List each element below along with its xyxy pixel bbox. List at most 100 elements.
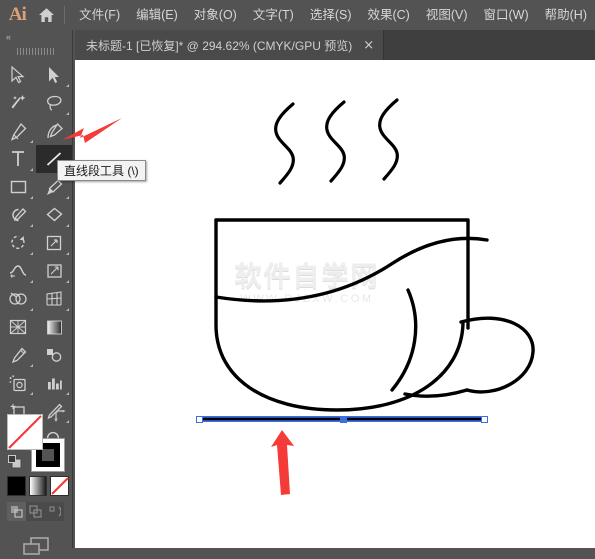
- none-slash-icon: [8, 415, 42, 449]
- scale-tool[interactable]: [36, 229, 72, 257]
- menu-type[interactable]: 文字(T): [245, 0, 302, 30]
- draw-normal-icon: [11, 506, 23, 518]
- mesh-tool[interactable]: [0, 313, 36, 341]
- blend-tool[interactable]: [36, 341, 72, 369]
- grip-dots: [17, 47, 55, 55]
- tool-group-corner-icon: [30, 168, 33, 171]
- type-t-icon: [12, 151, 24, 166]
- menu-window[interactable]: 窗口(W): [476, 0, 537, 30]
- width-icon: [9, 265, 27, 278]
- menu-object[interactable]: 对象(O): [186, 0, 245, 30]
- draw-normal-button[interactable]: [7, 502, 26, 521]
- curvature-icon: [46, 122, 63, 138]
- tool-tooltip: 直线段工具 (\): [57, 160, 146, 181]
- eyedropper-icon: [11, 347, 26, 363]
- gradient-icon: [46, 320, 62, 334]
- menu-file[interactable]: 文件(F): [71, 0, 128, 30]
- tool-group-corner-icon: [66, 308, 69, 311]
- arrow-pointing-to-line-tool: [62, 118, 122, 143]
- document-tab-bar: 未标题-1 [已恢复]* @ 294.62% (CMYK/GPU 预览) ×: [75, 30, 595, 60]
- eyedropper-tool[interactable]: [0, 341, 36, 369]
- perspective-grid-icon: [46, 291, 62, 306]
- menu-edit[interactable]: 编辑(E): [128, 0, 186, 30]
- free-transform-tool[interactable]: [36, 257, 72, 285]
- screen-mode-icon: [23, 537, 49, 555]
- color-mode-none[interactable]: [50, 476, 70, 496]
- pen-icon: [10, 122, 26, 141]
- gradient-tool[interactable]: [36, 313, 72, 341]
- perspective-grid-tool[interactable]: [36, 285, 72, 313]
- white-arrow-cursor-icon: [49, 67, 59, 83]
- eraser-tool[interactable]: [36, 201, 72, 229]
- color-controls: [0, 408, 72, 559]
- default-fill-stroke-icon[interactable]: [7, 454, 23, 475]
- menu-divider: [64, 6, 66, 24]
- menu-effect[interactable]: 效果(C): [359, 0, 417, 30]
- shape-builder-tool[interactable]: [0, 285, 36, 313]
- arrow-pointing-to-drawn-line: [271, 430, 294, 495]
- symbol-sprayer-tool[interactable]: [0, 369, 36, 397]
- draw-behind-button[interactable]: [26, 502, 45, 521]
- fill-swatch[interactable]: [7, 414, 43, 450]
- tool-group-corner-icon: [30, 196, 33, 199]
- rotate-tool[interactable]: [0, 229, 36, 257]
- mesh-icon: [9, 319, 27, 335]
- tool-group-corner-icon: [30, 252, 33, 255]
- none-slash-icon: [51, 477, 70, 495]
- rectangle-tool[interactable]: [0, 173, 36, 201]
- fill-stroke-swatches: [7, 409, 69, 475]
- lasso-tool[interactable]: [36, 89, 72, 117]
- menu-help[interactable]: 帮助(H): [537, 0, 595, 30]
- draw-inside-icon: [49, 506, 61, 517]
- swap-fill-stroke-icon[interactable]: [53, 409, 68, 427]
- selection-tool[interactable]: [0, 61, 36, 89]
- change-screen-mode-button[interactable]: [0, 533, 72, 559]
- pen-tool[interactable]: [0, 117, 36, 145]
- shaper-tool[interactable]: [0, 201, 36, 229]
- menu-view[interactable]: 视图(V): [418, 0, 476, 30]
- shape-builder-icon: [9, 292, 27, 305]
- color-mode-row: [7, 476, 72, 496]
- rotate-icon: [10, 235, 25, 250]
- type-tool[interactable]: [0, 145, 36, 173]
- artboard-canvas[interactable]: 软件自学网 WWW.RJZXW.COM: [75, 60, 595, 548]
- draw-behind-icon: [29, 505, 42, 518]
- tool-group-corner-icon: [66, 224, 69, 227]
- tool-group-corner-icon: [30, 140, 33, 143]
- document-tab[interactable]: 未标题-1 [已恢复]* @ 294.62% (CMYK/GPU 预览) ×: [75, 30, 385, 60]
- anchor-end[interactable]: [480, 415, 488, 423]
- menu-select[interactable]: 选择(S): [302, 0, 360, 30]
- symbol-sprayer-icon: [9, 374, 26, 391]
- scale-icon: [46, 235, 61, 251]
- draw-inside-button[interactable]: [45, 502, 64, 521]
- tool-group-corner-icon: [30, 280, 33, 283]
- anchor-mid[interactable]: [339, 415, 347, 423]
- tool-group-corner-icon: [66, 84, 69, 87]
- width-tool[interactable]: [0, 257, 36, 285]
- direct-selection-tool[interactable]: [36, 61, 72, 89]
- home-icon[interactable]: [30, 0, 62, 30]
- eraser-icon: [45, 207, 63, 222]
- tool-group-corner-icon: [66, 252, 69, 255]
- rectangle-icon: [10, 180, 26, 194]
- tool-group-corner-icon: [30, 308, 33, 311]
- anchor-start[interactable]: [195, 415, 203, 423]
- magic-wand-tool[interactable]: [0, 89, 36, 117]
- arrow-cursor-icon: [11, 66, 25, 84]
- collapse-panel-button[interactable]: «: [0, 30, 72, 44]
- menu-bar: Ai 文件(F) 编辑(E) 对象(O) 文字(T) 选择(S) 效果(C) 视…: [0, 0, 595, 30]
- free-transform-icon: [46, 264, 62, 278]
- lasso-icon: [46, 95, 62, 111]
- drawing-mode-row: [7, 502, 72, 521]
- column-graph-tool[interactable]: [36, 369, 72, 397]
- tool-group-corner-icon: [66, 112, 69, 115]
- panel-drag-grip[interactable]: [0, 44, 72, 58]
- menu-item-list: 文件(F) 编辑(E) 对象(O) 文字(T) 选择(S) 效果(C) 视图(V…: [71, 0, 595, 30]
- document-tab-title: 未标题-1 [已恢复]* @ 294.62% (CMYK/GPU 预览): [86, 38, 353, 53]
- tool-group-corner-icon: [66, 196, 69, 199]
- color-mode-solid[interactable]: [7, 476, 26, 496]
- close-icon[interactable]: ×: [363, 39, 374, 52]
- tool-group-corner-icon: [30, 224, 33, 227]
- color-mode-gradient[interactable]: [28, 476, 48, 496]
- tools-panel: «: [0, 30, 73, 555]
